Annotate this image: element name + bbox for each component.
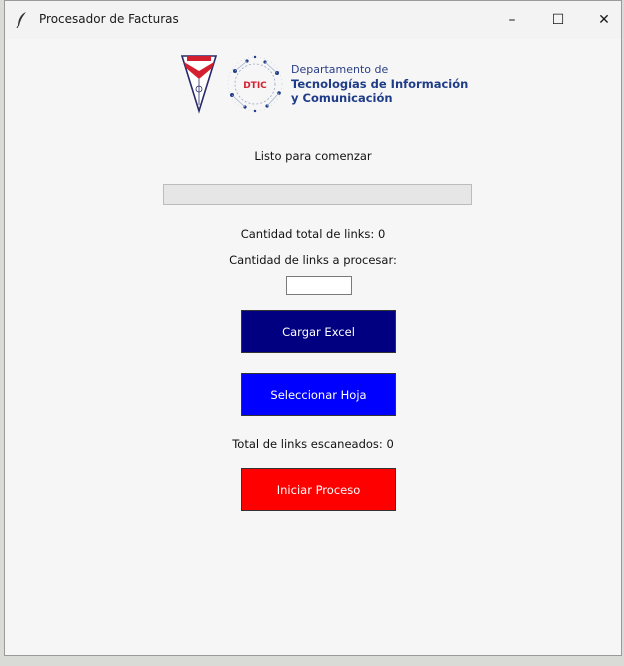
dtic-badge-text: DTIC [243, 81, 267, 91]
main-content: DTIC Departamento de Tecnologías de Info… [5, 39, 621, 655]
logo-line-1: Departamento de [291, 63, 389, 76]
seleccionar-hoja-button[interactable]: Seleccionar Hoja [241, 373, 396, 416]
dtic-network-icon: DTIC [227, 55, 283, 113]
cargar-excel-button[interactable]: Cargar Excel [241, 310, 396, 353]
total-links-label: Cantidad total de links: 0 [240, 227, 386, 241]
feather-icon [16, 12, 26, 29]
title-bar[interactable]: Procesador de Facturas – ☐ ✕ [5, 1, 621, 39]
close-button[interactable]: ✕ [581, 1, 621, 39]
dtic-logo: DTIC Departamento de Tecnologías de Info… [179, 53, 469, 115]
university-shield-icon [180, 55, 218, 114]
links-to-process-input[interactable] [286, 276, 352, 295]
status-label: Listo para comenzar [254, 149, 372, 163]
minimize-button[interactable]: – [489, 1, 535, 39]
logo-line-2: Tecnologías de Información [291, 77, 469, 91]
iniciar-proceso-button[interactable]: Iniciar Proceso [241, 468, 396, 511]
app-window: Procesador de Facturas – ☐ ✕ DTIC Depart… [4, 0, 622, 656]
progress-bar [163, 184, 472, 205]
window-title: Procesador de Facturas [39, 12, 179, 26]
logo-line-3: y Comunicación [291, 91, 393, 105]
scanned-links-label: Total de links escaneados: 0 [232, 437, 394, 451]
links-to-process-label: Cantidad de links a procesar: [229, 253, 397, 267]
maximize-button[interactable]: ☐ [535, 1, 581, 39]
